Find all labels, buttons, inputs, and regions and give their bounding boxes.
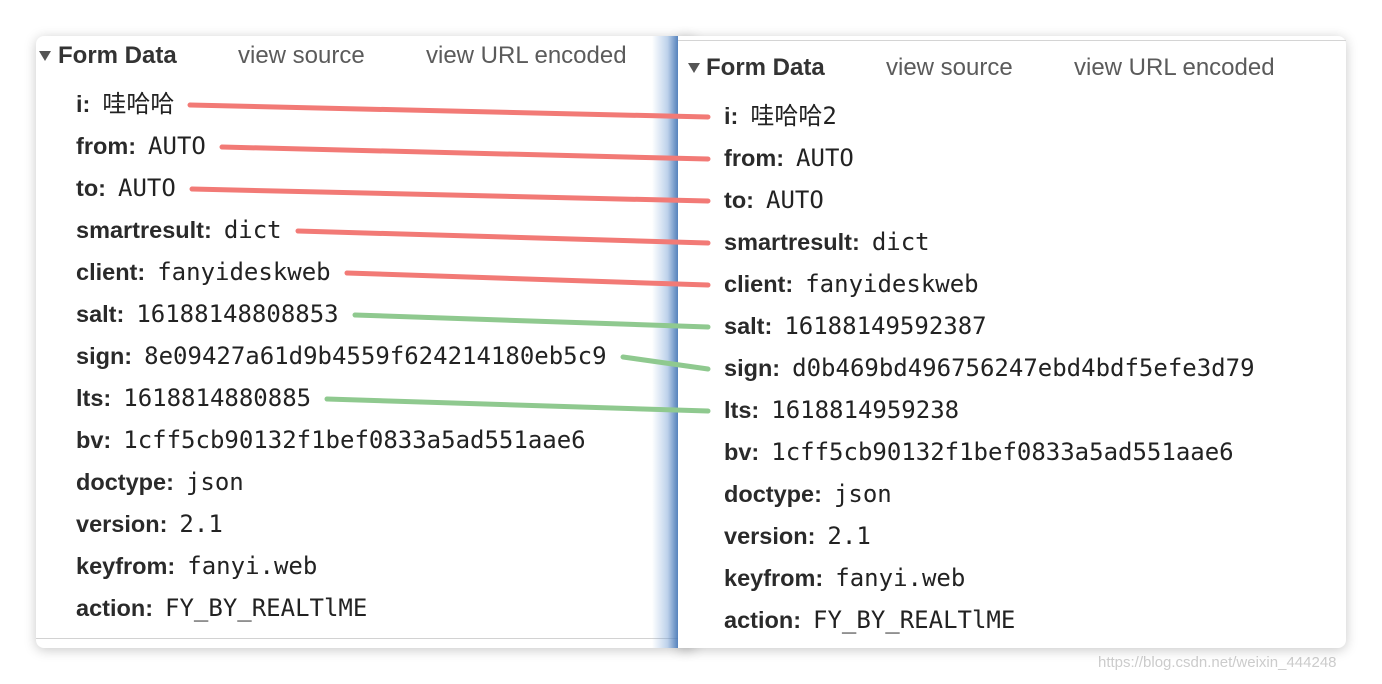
field-value: 哇哈哈	[102, 90, 175, 118]
form-field-row: smartresult: dict	[724, 221, 1255, 263]
form-field-row: lts: 1618814880885	[76, 377, 607, 419]
form-field-row: from: AUTO	[724, 137, 1255, 179]
field-name: action:	[724, 607, 802, 633]
field-value: json	[185, 468, 244, 496]
field-name: smartresult:	[76, 217, 212, 243]
section-title[interactable]: Form Data	[706, 48, 825, 88]
form-field-row: i: 哇哈哈	[76, 83, 607, 125]
field-value: 2.1	[827, 522, 871, 550]
form-field-row: bv: 1cff5cb90132f1bef0833a5ad551aae6	[76, 419, 607, 461]
view-source-link[interactable]: view source	[238, 36, 365, 76]
field-value: fanyi.web	[835, 564, 966, 592]
field-name: from:	[76, 133, 137, 159]
field-value: 1618814959238	[771, 396, 960, 424]
field-name: action:	[76, 595, 154, 621]
field-value: fanyideskweb	[805, 270, 979, 298]
form-field-row: salt: 16188148808853	[76, 293, 607, 335]
section-divider	[36, 638, 696, 639]
form-field-row: version: 2.1	[76, 503, 607, 545]
field-name: version:	[76, 511, 168, 537]
form-field-row: salt: 16188149592387	[724, 305, 1255, 347]
field-name: to:	[724, 187, 755, 213]
field-name: sign:	[76, 343, 133, 369]
field-value: 8e09427a61d9b4559f624214180eb5c9	[144, 342, 607, 370]
field-name: salt:	[76, 301, 125, 327]
form-field-row: to: AUTO	[724, 179, 1255, 221]
form-field-row: action: FY_BY_REALTlME	[76, 587, 607, 629]
field-value: d0b469bd496756247ebd4bdf5efe3d79	[792, 354, 1255, 382]
watermark-text: https://blog.csdn.net/weixin_444248	[1098, 654, 1337, 671]
field-name: bv:	[76, 427, 112, 453]
form-field-row: i: 哇哈哈2	[724, 95, 1255, 137]
field-value: AUTO	[766, 186, 824, 214]
form-field-row: keyfrom: fanyi.web	[76, 545, 607, 587]
field-value: 16188149592387	[784, 312, 987, 340]
form-field-row: action: FY_BY_REALTlME	[724, 599, 1255, 641]
field-name: keyfrom:	[76, 553, 176, 579]
form-field-row: doctype: json	[724, 473, 1255, 515]
form-data-list: i: 哇哈哈2 from: AUTO to: AUTO smartresult: dic…	[724, 95, 1255, 641]
field-name: salt:	[724, 313, 773, 339]
field-name: bv:	[724, 439, 760, 465]
field-value: 2.1	[179, 510, 223, 538]
field-value: 1618814880885	[123, 384, 312, 412]
field-value: 16188148808853	[136, 300, 339, 328]
field-value: AUTO	[118, 174, 176, 202]
form-field-row: client: fanyideskweb	[76, 251, 607, 293]
view-url-encoded-link[interactable]: view URL encoded	[1074, 48, 1275, 88]
form-field-row: client: fanyideskweb	[724, 263, 1255, 305]
field-name: from:	[724, 145, 785, 171]
form-field-row: sign: 8e09427a61d9b4559f624214180eb5c9	[76, 335, 607, 377]
field-value: FY_BY_REALTlME	[165, 594, 368, 622]
field-value: 哇哈哈2	[750, 102, 837, 130]
form-data-panel-left: Form Data view source view URL encoded i…	[36, 36, 696, 648]
field-value: AUTO	[796, 144, 854, 172]
field-value: dict	[223, 216, 282, 244]
form-field-row: keyfrom: fanyi.web	[724, 557, 1255, 599]
view-url-encoded-link[interactable]: view URL encoded	[426, 36, 627, 76]
panel-edge-shadow	[652, 36, 678, 648]
field-value: fanyideskweb	[157, 258, 331, 286]
form-data-header[interactable]: Form Data view source view URL encoded	[36, 36, 696, 76]
field-name: to:	[76, 175, 107, 201]
field-name: keyfrom:	[724, 565, 824, 591]
field-value: 1cff5cb90132f1bef0833a5ad551aae6	[771, 438, 1234, 466]
form-field-row: doctype: json	[76, 461, 607, 503]
field-value: 1cff5cb90132f1bef0833a5ad551aae6	[123, 426, 586, 454]
form-field-row: smartresult: dict	[76, 209, 607, 251]
panel-top-border	[678, 40, 1346, 41]
field-name: sign:	[724, 355, 781, 381]
field-name: lts:	[76, 385, 112, 411]
field-value: fanyi.web	[187, 552, 318, 580]
triangle-down-icon[interactable]	[688, 63, 700, 73]
form-field-row: sign: d0b469bd496756247ebd4bdf5efe3d79	[724, 347, 1255, 389]
form-data-list: i: 哇哈哈 from: AUTO to: AUTO smartresult: dict…	[76, 83, 607, 629]
view-source-link[interactable]: view source	[886, 48, 1013, 88]
section-title[interactable]: Form Data	[58, 36, 177, 76]
field-name: doctype:	[724, 481, 822, 507]
form-data-panel-right: Form Data view source view URL encoded i…	[652, 36, 1346, 648]
field-name: version:	[724, 523, 816, 549]
field-name: smartresult:	[724, 229, 860, 255]
triangle-down-icon[interactable]	[39, 51, 51, 61]
form-field-row: from: AUTO	[76, 125, 607, 167]
form-field-row: bv: 1cff5cb90132f1bef0833a5ad551aae6	[724, 431, 1255, 473]
form-field-row: version: 2.1	[724, 515, 1255, 557]
field-value: dict	[871, 228, 930, 256]
field-name: doctype:	[76, 469, 174, 495]
form-field-row: lts: 1618814959238	[724, 389, 1255, 431]
field-value: AUTO	[148, 132, 206, 160]
field-name: lts:	[724, 397, 760, 423]
field-name: i:	[724, 103, 739, 129]
field-name: i:	[76, 91, 91, 117]
form-field-row: to: AUTO	[76, 167, 607, 209]
field-value: json	[833, 480, 892, 508]
field-name: client:	[724, 271, 794, 297]
field-name: client:	[76, 259, 146, 285]
field-value: FY_BY_REALTlME	[813, 606, 1016, 634]
form-data-header[interactable]: Form Data view source view URL encoded	[678, 48, 1346, 88]
